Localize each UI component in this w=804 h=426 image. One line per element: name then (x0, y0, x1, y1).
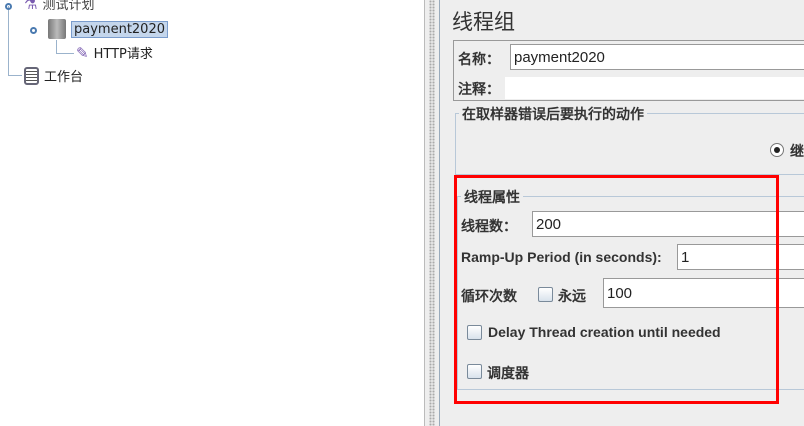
tree-item-test-plan[interactable]: ⚗ 测试计划 (24, 0, 94, 13)
pipette-icon: ✎ (76, 43, 89, 62)
continue-radio-label: 继 (790, 144, 804, 160)
expand-handle-icon[interactable] (5, 3, 12, 10)
tree-item-http-request[interactable]: ✎ HTTP请求 (76, 43, 153, 63)
sampler-error-group-title: 在取样器错误后要执行的动作 (459, 104, 647, 124)
clipboard-icon (24, 66, 39, 85)
name-label: 名称： (458, 52, 500, 68)
name-input[interactable] (510, 44, 804, 70)
test-plan-tree[interactable]: ⚗ 测试计划 payment2020 ✎ HTTP请求 工作台 (0, 0, 424, 426)
expand-handle-icon[interactable] (30, 27, 37, 34)
highlight-box (454, 175, 779, 404)
page-title: 线程组 (452, 10, 515, 34)
tree-item-thread-group[interactable]: payment2020 (48, 19, 168, 39)
comment-label: 注释： (458, 82, 500, 98)
continue-radio[interactable] (770, 143, 784, 157)
flask-icon: ⚗ (24, 0, 38, 13)
tree-item-workbench[interactable]: 工作台 (24, 66, 83, 85)
spool-icon (48, 19, 66, 39)
comment-input[interactable] (505, 77, 804, 99)
thread-group-panel: 线程组 名称： 注释： 在取样器错误后要执行的动作 继 线程属性 线程数： Ra… (440, 0, 804, 426)
splitter[interactable] (424, 0, 440, 426)
